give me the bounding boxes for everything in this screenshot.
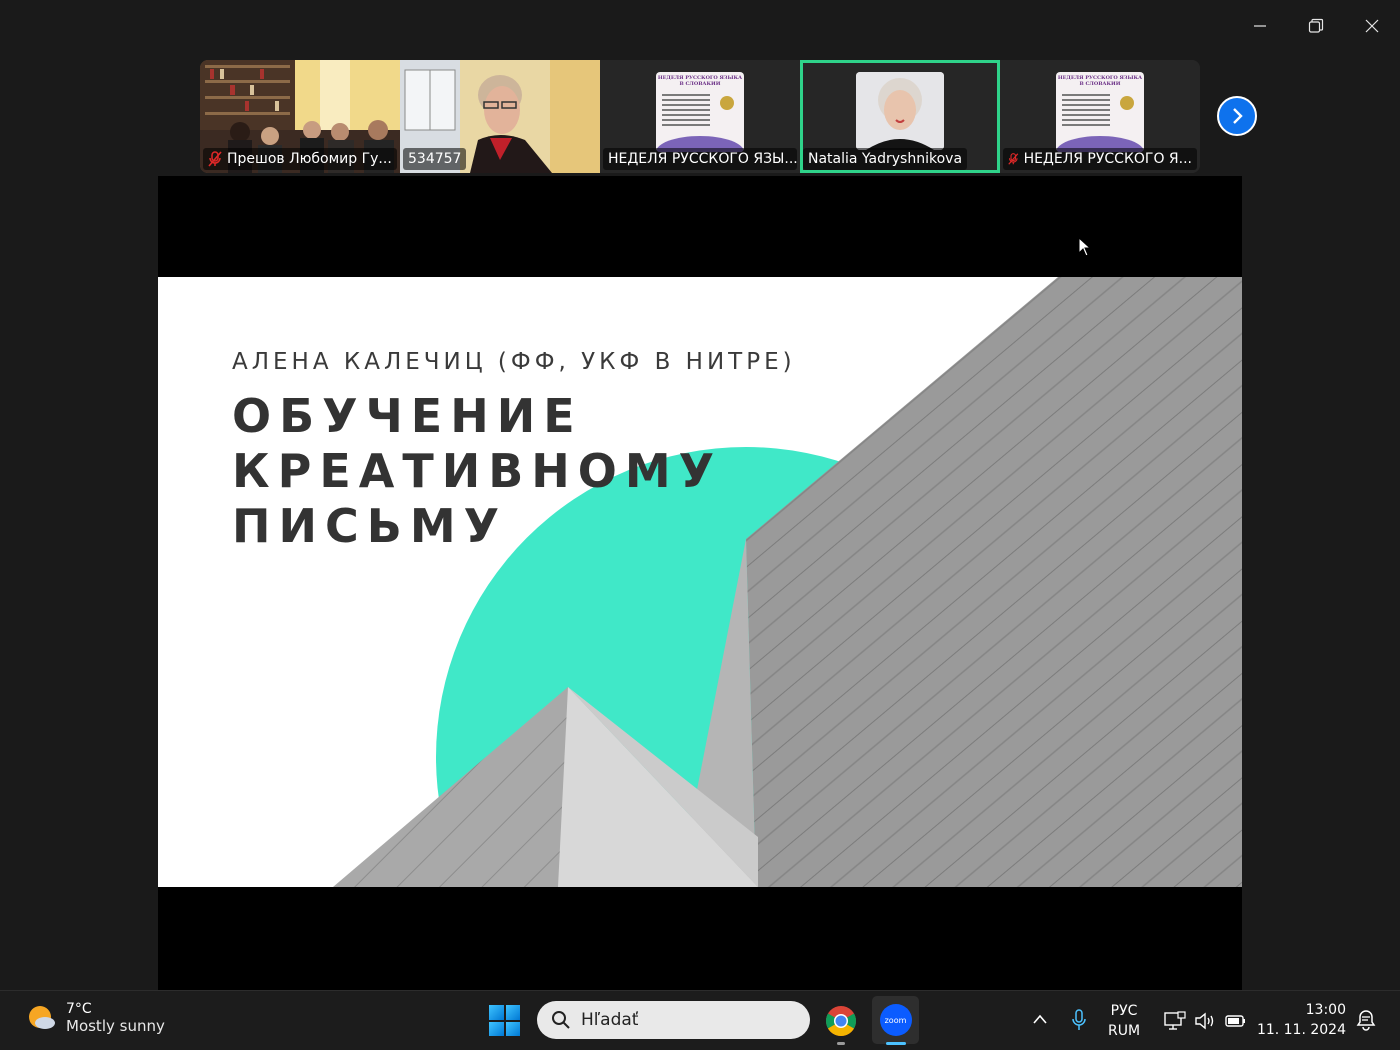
- language-indicator[interactable]: РУС RUM: [1108, 1001, 1140, 1041]
- participant-tile-active[interactable]: Natalia Yadryshnikova: [800, 60, 1000, 173]
- window-controls: [1232, 10, 1400, 42]
- minimize-button[interactable]: [1232, 10, 1288, 42]
- keyboard-layout: RUM: [1108, 1023, 1141, 1039]
- poster-text-lines: [662, 94, 710, 129]
- poster-emblem: [1120, 96, 1134, 110]
- next-page-button[interactable]: [1217, 96, 1257, 136]
- weather-temperature: 7°C: [66, 1001, 92, 1017]
- zoom-active-indicator: [886, 1042, 906, 1045]
- chevron-right-icon: [1233, 108, 1243, 124]
- slide-title-line: ПИСЬМУ: [232, 499, 508, 553]
- language-code: РУС: [1110, 1003, 1138, 1019]
- participant-tile[interactable]: НЕДЕЛЯ РУССКОГО ЯЗЫКА В СЛОВАКИИ НЕДЕЛЯ …: [600, 60, 800, 173]
- clock-date: 11. 11. 2024: [1256, 1022, 1346, 1038]
- volume-icon[interactable]: [1194, 1011, 1216, 1031]
- poster-thumbnail: НЕДЕЛЯ РУССКОГО ЯЗЫКА В СЛОВАКИИ: [656, 72, 744, 152]
- start-button[interactable]: [489, 1005, 520, 1036]
- clock-time: 13:00: [1305, 1002, 1346, 1018]
- muted-mic-icon: [1008, 153, 1019, 165]
- slide-title-line: КРЕАТИВНОМУ: [232, 444, 723, 498]
- battery-icon[interactable]: [1224, 1011, 1248, 1031]
- search-placeholder: Hľadať: [581, 1010, 639, 1030]
- chrome-app[interactable]: [825, 1005, 857, 1037]
- participant-photo: [856, 72, 944, 150]
- slide-title: ОБУЧЕНИЕ КРЕАТИВНОМУ ПИСЬМУ: [232, 389, 722, 554]
- zoom-app[interactable]: zoom: [872, 996, 919, 1044]
- close-icon: [1365, 19, 1379, 33]
- poster-text-lines: [1062, 94, 1110, 129]
- chrome-icon: [825, 1006, 857, 1037]
- participant-name: НЕДЕЛЯ РУССКОГО Я...: [1003, 148, 1197, 170]
- portrait: [856, 72, 944, 150]
- participant-name: Natalia Yadryshnikova: [803, 148, 968, 170]
- participant-name: 534757: [403, 148, 467, 170]
- search-icon: [552, 1011, 570, 1029]
- presentation-slide: АЛЕНА КАЛЕЧИЦ (ФФ, УКФ В НИТРЕ) ОБУЧЕНИЕ…: [158, 277, 1242, 887]
- notification-bell-icon[interactable]: [1355, 1009, 1377, 1031]
- start-icon-pane: [505, 1021, 520, 1036]
- zoom-icon: zoom: [879, 1004, 912, 1036]
- poster-emblem: [720, 96, 734, 110]
- weather-condition: Mostly sunny: [66, 1017, 165, 1035]
- close-button[interactable]: [1344, 10, 1400, 42]
- network-icon[interactable]: [1164, 1011, 1186, 1031]
- slide-author: АЛЕНА КАЛЕЧИЦ (ФФ, УКФ В НИТРЕ): [232, 349, 796, 375]
- weather-widget[interactable]: 7°C Mostly sunny: [26, 1001, 165, 1035]
- participant-name: Прешов Любомир Гу...: [203, 148, 397, 170]
- participant-tile[interactable]: 534757: [400, 60, 600, 173]
- participant-strip: Прешов Любомир Гу... 534757 НЕДЕЛЯ РУССК…: [200, 60, 1200, 173]
- chevron-up-icon[interactable]: [1032, 1013, 1048, 1025]
- participant-tile[interactable]: Прешов Любомир Гу...: [200, 60, 400, 173]
- taskbar-search[interactable]: Hľadať: [537, 1001, 810, 1039]
- clock[interactable]: 13:00 11. 11. 2024: [1257, 1000, 1346, 1040]
- muted-mic-icon: [208, 151, 222, 167]
- restore-button[interactable]: [1288, 10, 1344, 42]
- start-icon-pane: [489, 1021, 504, 1036]
- slide-title-line: ОБУЧЕНИЕ: [232, 389, 583, 443]
- minimize-icon: [1254, 25, 1266, 27]
- participant-name: НЕДЕЛЯ РУССКОГО ЯЗЫ...: [603, 148, 797, 170]
- shared-screen: АЛЕНА КАЛЕЧИЦ (ФФ, УКФ В НИТРЕ) ОБУЧЕНИЕ…: [158, 176, 1242, 990]
- chrome-running-indicator: [837, 1042, 845, 1045]
- restore-icon: [1308, 18, 1324, 33]
- participant-tile[interactable]: НЕДЕЛЯ РУССКОГО ЯЗЫКА В СЛОВАКИИ НЕДЕЛЯ …: [1000, 60, 1200, 173]
- building-right: [746, 277, 1242, 887]
- poster-thumbnail: НЕДЕЛЯ РУССКОГО ЯЗЫКА В СЛОВАКИИ: [1056, 72, 1144, 152]
- start-icon-pane: [505, 1005, 520, 1020]
- mouse-cursor-icon: [1078, 237, 1092, 257]
- sun-cloud-icon: [29, 1006, 55, 1029]
- microphone-icon[interactable]: [1071, 1009, 1087, 1033]
- taskbar: 7°C Mostly sunny Hľadať zoom РУС RUM 13:…: [0, 990, 1400, 1050]
- start-icon-pane: [489, 1005, 504, 1020]
